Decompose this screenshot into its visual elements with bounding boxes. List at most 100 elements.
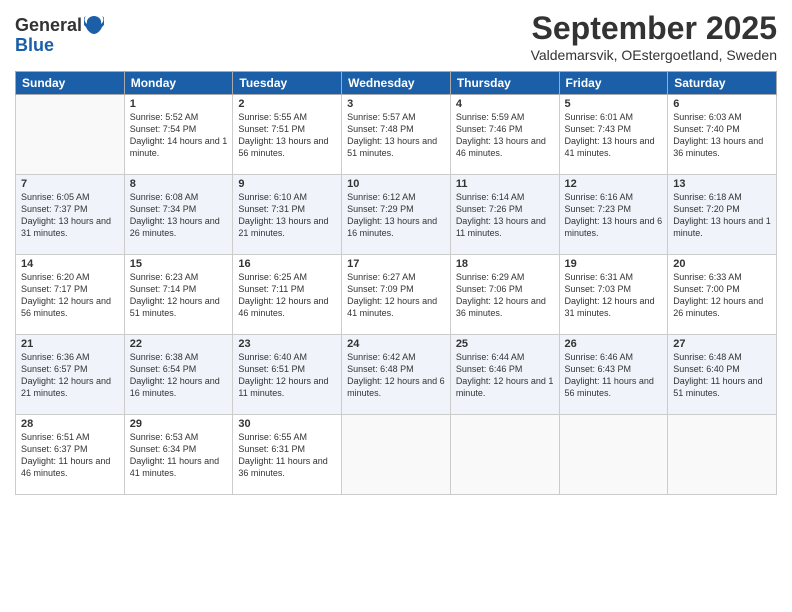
day-number: 5 <box>565 98 663 110</box>
day-number: 27 <box>673 338 771 350</box>
calendar-header-row: SundayMondayTuesdayWednesdayThursdayFrid… <box>16 72 777 95</box>
day-number: 10 <box>347 178 445 190</box>
calendar-cell: 5Sunrise: 6:01 AMSunset: 7:43 PMDaylight… <box>559 95 668 175</box>
calendar-cell: 30Sunrise: 6:55 AMSunset: 6:31 PMDayligh… <box>233 415 342 495</box>
day-info: Sunrise: 6:42 AMSunset: 6:48 PMDaylight:… <box>347 351 445 400</box>
day-number: 25 <box>456 338 554 350</box>
logo: General Blue <box>15 14 104 56</box>
day-info: Sunrise: 6:16 AMSunset: 7:23 PMDaylight:… <box>565 191 663 240</box>
day-info: Sunrise: 6:55 AMSunset: 6:31 PMDaylight:… <box>238 431 336 480</box>
calendar-col-friday: Friday <box>559 72 668 95</box>
logo-blue-text: Blue <box>15 36 104 56</box>
day-number: 30 <box>238 418 336 430</box>
calendar-cell <box>16 95 125 175</box>
calendar-cell: 19Sunrise: 6:31 AMSunset: 7:03 PMDayligh… <box>559 255 668 335</box>
calendar-cell: 9Sunrise: 6:10 AMSunset: 7:31 PMDaylight… <box>233 175 342 255</box>
day-number: 24 <box>347 338 445 350</box>
day-info: Sunrise: 6:10 AMSunset: 7:31 PMDaylight:… <box>238 191 336 240</box>
calendar-cell: 20Sunrise: 6:33 AMSunset: 7:00 PMDayligh… <box>668 255 777 335</box>
calendar-col-monday: Monday <box>124 72 233 95</box>
calendar-cell: 16Sunrise: 6:25 AMSunset: 7:11 PMDayligh… <box>233 255 342 335</box>
calendar-week-row: 21Sunrise: 6:36 AMSunset: 6:57 PMDayligh… <box>16 335 777 415</box>
calendar-week-row: 14Sunrise: 6:20 AMSunset: 7:17 PMDayligh… <box>16 255 777 335</box>
calendar-col-thursday: Thursday <box>450 72 559 95</box>
day-number: 26 <box>565 338 663 350</box>
calendar-cell: 8Sunrise: 6:08 AMSunset: 7:34 PMDaylight… <box>124 175 233 255</box>
day-number: 28 <box>21 418 119 430</box>
calendar-cell: 21Sunrise: 6:36 AMSunset: 6:57 PMDayligh… <box>16 335 125 415</box>
day-info: Sunrise: 6:48 AMSunset: 6:40 PMDaylight:… <box>673 351 771 400</box>
calendar-cell: 2Sunrise: 5:55 AMSunset: 7:51 PMDaylight… <box>233 95 342 175</box>
day-number: 13 <box>673 178 771 190</box>
day-info: Sunrise: 6:05 AMSunset: 7:37 PMDaylight:… <box>21 191 119 240</box>
calendar-cell <box>450 415 559 495</box>
calendar-cell: 11Sunrise: 6:14 AMSunset: 7:26 PMDayligh… <box>450 175 559 255</box>
day-info: Sunrise: 5:59 AMSunset: 7:46 PMDaylight:… <box>456 111 554 160</box>
title-block: September 2025 Valdemarsvik, OEstergoetl… <box>531 10 777 63</box>
day-number: 19 <box>565 258 663 270</box>
calendar-cell: 17Sunrise: 6:27 AMSunset: 7:09 PMDayligh… <box>342 255 451 335</box>
calendar-cell: 24Sunrise: 6:42 AMSunset: 6:48 PMDayligh… <box>342 335 451 415</box>
calendar-table: SundayMondayTuesdayWednesdayThursdayFrid… <box>15 71 777 495</box>
calendar-col-sunday: Sunday <box>16 72 125 95</box>
day-number: 4 <box>456 98 554 110</box>
day-info: Sunrise: 6:14 AMSunset: 7:26 PMDaylight:… <box>456 191 554 240</box>
calendar-cell <box>668 415 777 495</box>
calendar-cell: 28Sunrise: 6:51 AMSunset: 6:37 PMDayligh… <box>16 415 125 495</box>
day-number: 6 <box>673 98 771 110</box>
calendar-col-tuesday: Tuesday <box>233 72 342 95</box>
day-number: 7 <box>21 178 119 190</box>
day-number: 12 <box>565 178 663 190</box>
day-info: Sunrise: 6:53 AMSunset: 6:34 PMDaylight:… <box>130 431 228 480</box>
calendar-cell: 23Sunrise: 6:40 AMSunset: 6:51 PMDayligh… <box>233 335 342 415</box>
calendar-week-row: 7Sunrise: 6:05 AMSunset: 7:37 PMDaylight… <box>16 175 777 255</box>
day-number: 9 <box>238 178 336 190</box>
day-info: Sunrise: 6:27 AMSunset: 7:09 PMDaylight:… <box>347 271 445 320</box>
day-info: Sunrise: 6:29 AMSunset: 7:06 PMDaylight:… <box>456 271 554 320</box>
calendar-cell: 27Sunrise: 6:48 AMSunset: 6:40 PMDayligh… <box>668 335 777 415</box>
month-title: September 2025 <box>531 10 777 47</box>
day-info: Sunrise: 6:44 AMSunset: 6:46 PMDaylight:… <box>456 351 554 400</box>
logo-bird-icon <box>84 14 104 38</box>
calendar-cell: 15Sunrise: 6:23 AMSunset: 7:14 PMDayligh… <box>124 255 233 335</box>
day-info: Sunrise: 6:03 AMSunset: 7:40 PMDaylight:… <box>673 111 771 160</box>
header: General Blue September 2025 Valdemarsvik… <box>15 10 777 63</box>
day-number: 20 <box>673 258 771 270</box>
day-number: 8 <box>130 178 228 190</box>
calendar-cell: 4Sunrise: 5:59 AMSunset: 7:46 PMDaylight… <box>450 95 559 175</box>
day-number: 1 <box>130 98 228 110</box>
day-number: 11 <box>456 178 554 190</box>
day-number: 21 <box>21 338 119 350</box>
day-info: Sunrise: 5:57 AMSunset: 7:48 PMDaylight:… <box>347 111 445 160</box>
day-number: 29 <box>130 418 228 430</box>
calendar-week-row: 1Sunrise: 5:52 AMSunset: 7:54 PMDaylight… <box>16 95 777 175</box>
day-number: 17 <box>347 258 445 270</box>
day-number: 16 <box>238 258 336 270</box>
day-number: 23 <box>238 338 336 350</box>
day-info: Sunrise: 6:20 AMSunset: 7:17 PMDaylight:… <box>21 271 119 320</box>
calendar-cell: 14Sunrise: 6:20 AMSunset: 7:17 PMDayligh… <box>16 255 125 335</box>
day-info: Sunrise: 6:40 AMSunset: 6:51 PMDaylight:… <box>238 351 336 400</box>
day-info: Sunrise: 6:31 AMSunset: 7:03 PMDaylight:… <box>565 271 663 320</box>
day-number: 2 <box>238 98 336 110</box>
day-number: 14 <box>21 258 119 270</box>
day-info: Sunrise: 6:33 AMSunset: 7:00 PMDaylight:… <box>673 271 771 320</box>
calendar-cell: 7Sunrise: 6:05 AMSunset: 7:37 PMDaylight… <box>16 175 125 255</box>
calendar-cell: 13Sunrise: 6:18 AMSunset: 7:20 PMDayligh… <box>668 175 777 255</box>
calendar-cell: 26Sunrise: 6:46 AMSunset: 6:43 PMDayligh… <box>559 335 668 415</box>
day-info: Sunrise: 6:38 AMSunset: 6:54 PMDaylight:… <box>130 351 228 400</box>
day-number: 15 <box>130 258 228 270</box>
calendar-cell: 25Sunrise: 6:44 AMSunset: 6:46 PMDayligh… <box>450 335 559 415</box>
day-info: Sunrise: 5:55 AMSunset: 7:51 PMDaylight:… <box>238 111 336 160</box>
day-info: Sunrise: 6:01 AMSunset: 7:43 PMDaylight:… <box>565 111 663 160</box>
day-number: 3 <box>347 98 445 110</box>
day-number: 22 <box>130 338 228 350</box>
day-info: Sunrise: 6:36 AMSunset: 6:57 PMDaylight:… <box>21 351 119 400</box>
day-info: Sunrise: 6:51 AMSunset: 6:37 PMDaylight:… <box>21 431 119 480</box>
logo-general-text: General <box>15 16 82 36</box>
page: General Blue September 2025 Valdemarsvik… <box>0 0 792 612</box>
calendar-cell <box>559 415 668 495</box>
calendar-cell: 1Sunrise: 5:52 AMSunset: 7:54 PMDaylight… <box>124 95 233 175</box>
calendar-cell: 22Sunrise: 6:38 AMSunset: 6:54 PMDayligh… <box>124 335 233 415</box>
calendar-cell: 12Sunrise: 6:16 AMSunset: 7:23 PMDayligh… <box>559 175 668 255</box>
